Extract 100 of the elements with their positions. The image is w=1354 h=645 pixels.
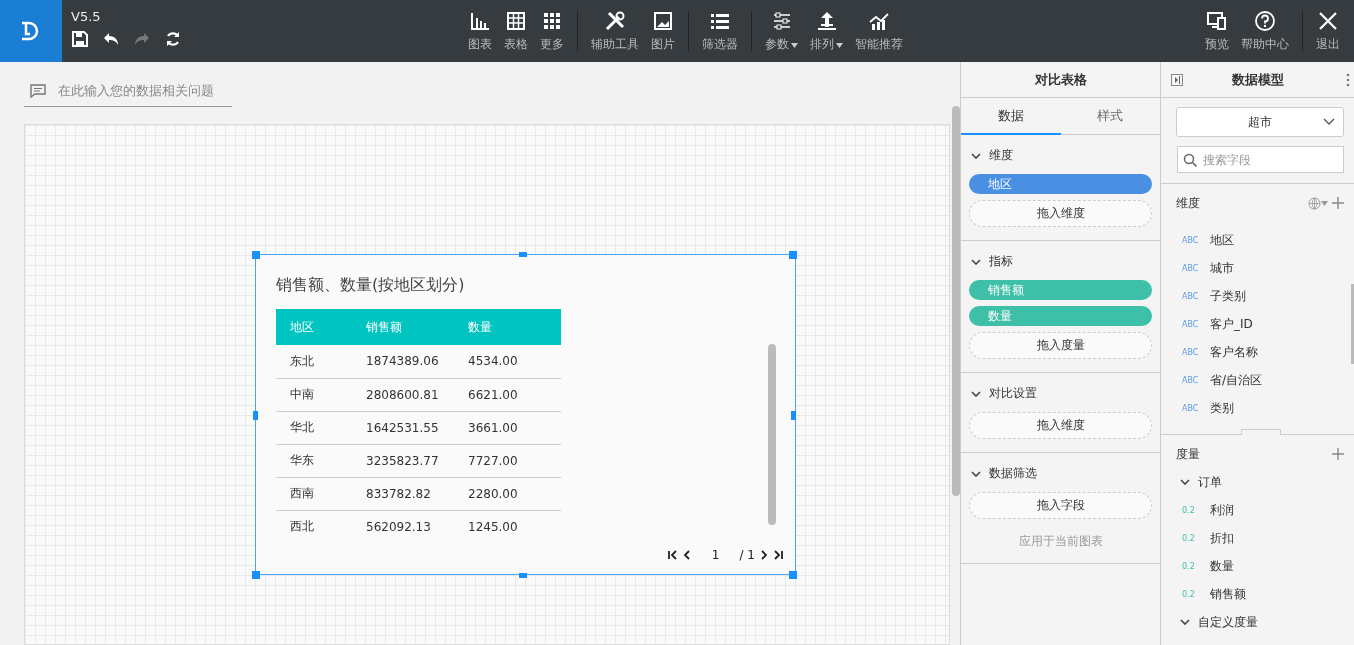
refresh-icon: [164, 30, 182, 48]
hint-text: 应用于当前图表: [1017, 533, 1104, 550]
question-field[interactable]: 在此输入您的数据相关问题: [24, 75, 232, 107]
drop-zone[interactable]: 拖入维度: [969, 412, 1152, 439]
more-icon[interactable]: [1346, 73, 1350, 87]
toolbar-button[interactable]: 帮助中心: [1235, 0, 1295, 62]
table-cell: 2280.00: [467, 477, 561, 510]
section-title[interactable]: 数据筛选: [989, 465, 1037, 482]
drop-zone[interactable]: 拖入度量: [969, 332, 1152, 359]
field-type-label: ABC: [1182, 375, 1200, 385]
field-type-label: 0.2: [1182, 505, 1196, 515]
toolbar-button[interactable]: 退出: [1310, 0, 1346, 62]
globe-icon: [1308, 196, 1321, 210]
scrollbar[interactable]: [952, 106, 960, 496]
resize-grip[interactable]: [1241, 429, 1281, 435]
field-item[interactable]: 利润: [1210, 501, 1234, 519]
first-page-icon: [667, 550, 678, 560]
field-item[interactable]: 客户_ID: [1210, 315, 1253, 333]
field-item[interactable]: 数量: [1210, 557, 1234, 575]
resize-handle[interactable]: [519, 252, 527, 257]
field-type-label: ABC: [1182, 319, 1200, 329]
table-cell: 3235823.77: [352, 444, 467, 477]
table-cell: 华北: [276, 411, 352, 444]
table-icon: [505, 9, 527, 32]
table-cell: 562092.13: [352, 510, 467, 543]
toolbar-button[interactable]: 表格: [498, 0, 534, 62]
tab[interactable]: 样式: [1060, 98, 1160, 135]
section-title[interactable]: 指标: [989, 253, 1013, 270]
field-item[interactable]: 地区: [1210, 231, 1234, 249]
resize-handle[interactable]: [252, 251, 260, 259]
collapse-panel-icon[interactable]: [1171, 74, 1183, 86]
resize-handle[interactable]: [789, 571, 797, 579]
resize-handle[interactable]: [789, 251, 797, 259]
table-cell: 华东: [276, 444, 352, 477]
section-title: 维度: [1176, 194, 1201, 212]
toolbar-button[interactable]: 更多: [534, 0, 570, 62]
folder-item[interactable]: 订单: [1198, 473, 1222, 491]
dataset-select[interactable]: 超市: [1176, 107, 1344, 137]
toolbar-button[interactable]: 图片: [645, 0, 681, 62]
field-item[interactable]: 子类别: [1210, 287, 1246, 305]
close-icon: [1317, 9, 1339, 32]
folder-item[interactable]: 自定义度量: [1198, 613, 1258, 631]
section-title[interactable]: 维度: [989, 147, 1013, 164]
previous-page-icon: [681, 550, 692, 560]
table-cell: 833782.82: [352, 477, 467, 510]
field-type-label: 0.2: [1182, 589, 1196, 599]
add-icon[interactable]: [1332, 197, 1344, 209]
toolbar-button[interactable]: 筛选器: [696, 0, 744, 62]
field-type-label: ABC: [1182, 263, 1200, 273]
upload-icon: [815, 9, 838, 32]
toolbar-button[interactable]: 参数: [759, 0, 804, 62]
resize-handle[interactable]: [519, 573, 527, 578]
monitor-icon: [1206, 9, 1228, 32]
section-title[interactable]: 对比设置: [989, 385, 1037, 402]
table-cell: 1245.00: [467, 510, 561, 543]
table-cell: 1874389.06: [352, 345, 467, 378]
page-number[interactable]: 1: [695, 548, 736, 562]
resize-handle[interactable]: [253, 411, 258, 420]
search-field[interactable]: 搜索字段: [1177, 146, 1344, 173]
save-icon: [71, 30, 89, 48]
toolbar-button[interactable]: 图表: [462, 0, 498, 62]
field-type-label: 0.2: [1182, 533, 1196, 543]
table-cell: 西南: [276, 477, 352, 510]
version-label: V5.5: [71, 9, 102, 24]
field-type-label: ABC: [1182, 235, 1200, 245]
add-icon[interactable]: [1332, 448, 1344, 460]
field-type-label: ABC: [1182, 347, 1200, 357]
table-cell: 1642531.55: [352, 411, 467, 444]
field-item[interactable]: 类别: [1210, 399, 1234, 417]
save-button[interactable]: [71, 30, 89, 48]
field-item[interactable]: 销售额: [1210, 585, 1246, 603]
drop-zone[interactable]: 拖入字段: [969, 492, 1152, 519]
table-cell: 4534.00: [467, 345, 561, 378]
toolbar-button[interactable]: 预览: [1199, 0, 1235, 62]
field-item[interactable]: 城市: [1210, 259, 1234, 277]
table-cell: 西北: [276, 510, 352, 543]
resize-handle[interactable]: [252, 571, 260, 579]
table-cell: 3661.00: [467, 411, 561, 444]
next-page-icon: [759, 550, 769, 560]
field-type-label: ABC: [1182, 403, 1200, 413]
tab[interactable]: 数据: [961, 98, 1061, 135]
table-cell: 东北: [276, 345, 352, 378]
refresh-button[interactable]: [164, 30, 182, 48]
field-type-label: 0.2: [1182, 561, 1196, 571]
caret-icon: [1321, 200, 1328, 206]
image-icon: [652, 9, 674, 32]
scrollbar[interactable]: [768, 344, 776, 525]
toolbar-button[interactable]: 智能推荐: [849, 0, 909, 62]
scrollbar[interactable]: [1351, 284, 1354, 364]
drop-zone[interactable]: 拖入维度: [969, 200, 1152, 227]
resize-handle[interactable]: [791, 411, 796, 420]
toolbar-button[interactable]: 排列: [804, 0, 849, 62]
field-item[interactable]: 折扣: [1210, 529, 1234, 547]
field-item[interactable]: 客户名称: [1210, 343, 1258, 361]
toolbar-button[interactable]: 辅助工具: [585, 0, 645, 62]
last-page-icon: [773, 550, 783, 560]
field-item[interactable]: 省/自治区: [1210, 371, 1263, 389]
page-total: / 1: [739, 548, 755, 562]
field-type-label: ABC: [1182, 291, 1200, 301]
widget-title: 销售额、数量(按地区划分): [276, 275, 466, 296]
